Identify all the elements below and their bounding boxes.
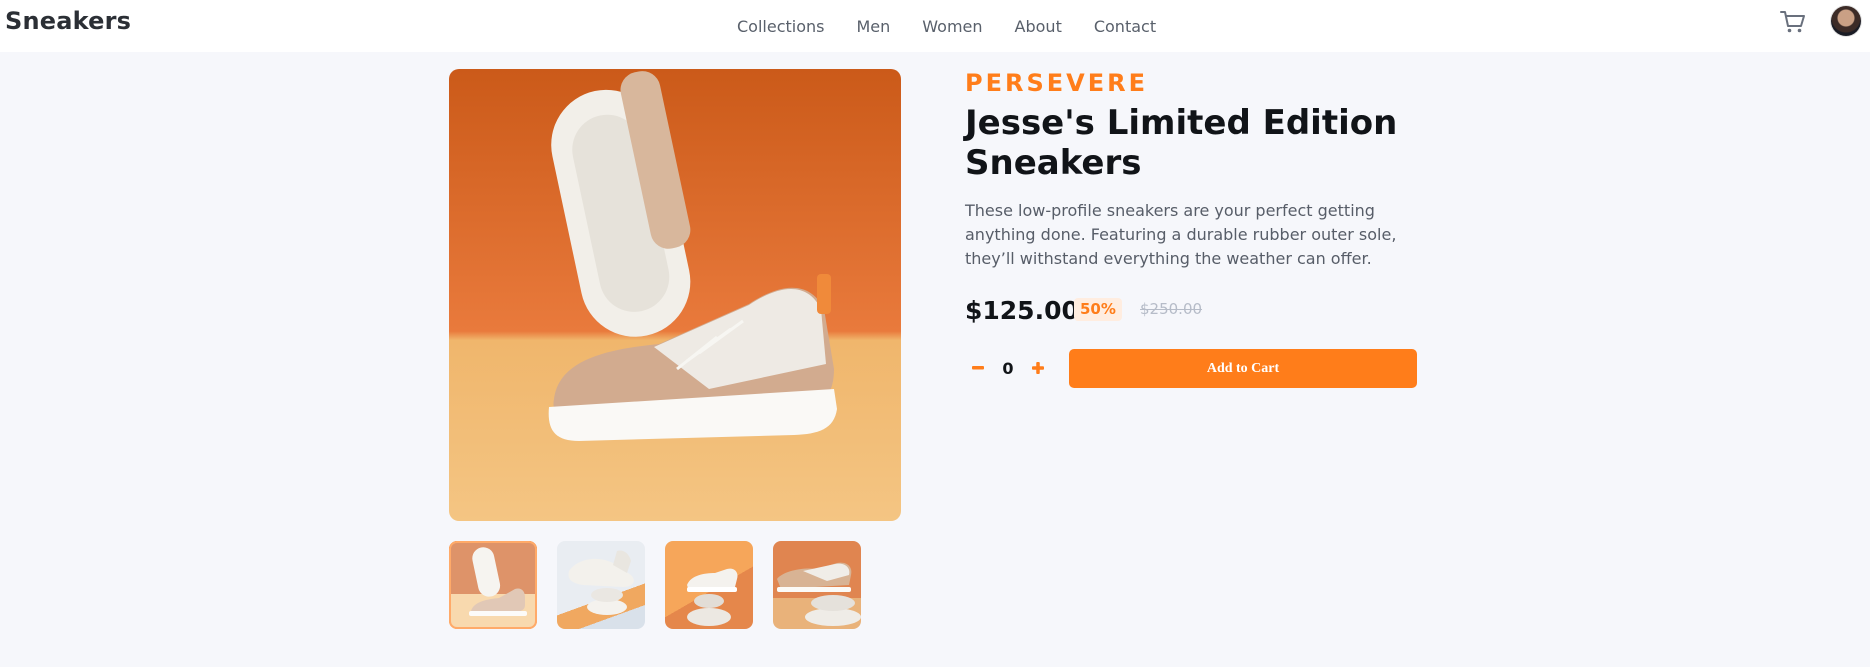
company-name: PERSEVERE [965,69,1148,97]
thumbnail-3[interactable] [665,541,753,629]
discount-badge: 50% [1074,298,1122,321]
sneaker-thumbnail-image [469,547,527,616]
nav-link-collections[interactable]: Collections [737,17,824,36]
sneaker-thumbnail-image [568,550,634,615]
current-price: $125.00 [965,296,1079,325]
decrease-quantity-button[interactable] [965,349,991,387]
quantity-stepper: 0 [965,349,1051,387]
thumbnail-4[interactable] [773,541,861,629]
cart-icon [1780,11,1805,33]
top-navigation-bar: Sneakers Collections Men Women About Con… [0,0,1870,52]
cart-button[interactable] [1779,7,1807,35]
sneaker-thumbnail-image [687,568,738,626]
nav-link-contact[interactable]: Contact [1094,17,1156,36]
brand-logo[interactable]: Sneakers [5,7,131,35]
minus-icon [972,366,984,370]
quantity-value: 0 [1002,358,1014,378]
nav-link-about[interactable]: About [1015,17,1062,36]
main-product-image[interactable] [449,69,901,521]
thumbnail-list [449,541,861,629]
sneaker-image [548,71,837,441]
add-to-cart-button[interactable]: Add to Cart [1069,349,1417,388]
product-title: Jesse's Limited Edition Sneakers [965,103,1398,183]
nav-link-men[interactable]: Men [856,17,890,36]
thumbnail-2[interactable] [557,541,645,629]
user-avatar[interactable] [1831,6,1861,36]
plus-icon [1031,362,1044,374]
increase-quantity-button[interactable] [1025,349,1051,387]
main-nav: Collections Men Women About Contact [737,11,1156,41]
nav-link-women[interactable]: Women [922,17,982,36]
sneaker-thumbnail-image [777,562,861,626]
product-description: These low-profile sneakers are your perf… [965,201,1397,268]
thumbnail-1[interactable] [449,541,537,629]
original-price: $250.00 [1140,300,1203,318]
